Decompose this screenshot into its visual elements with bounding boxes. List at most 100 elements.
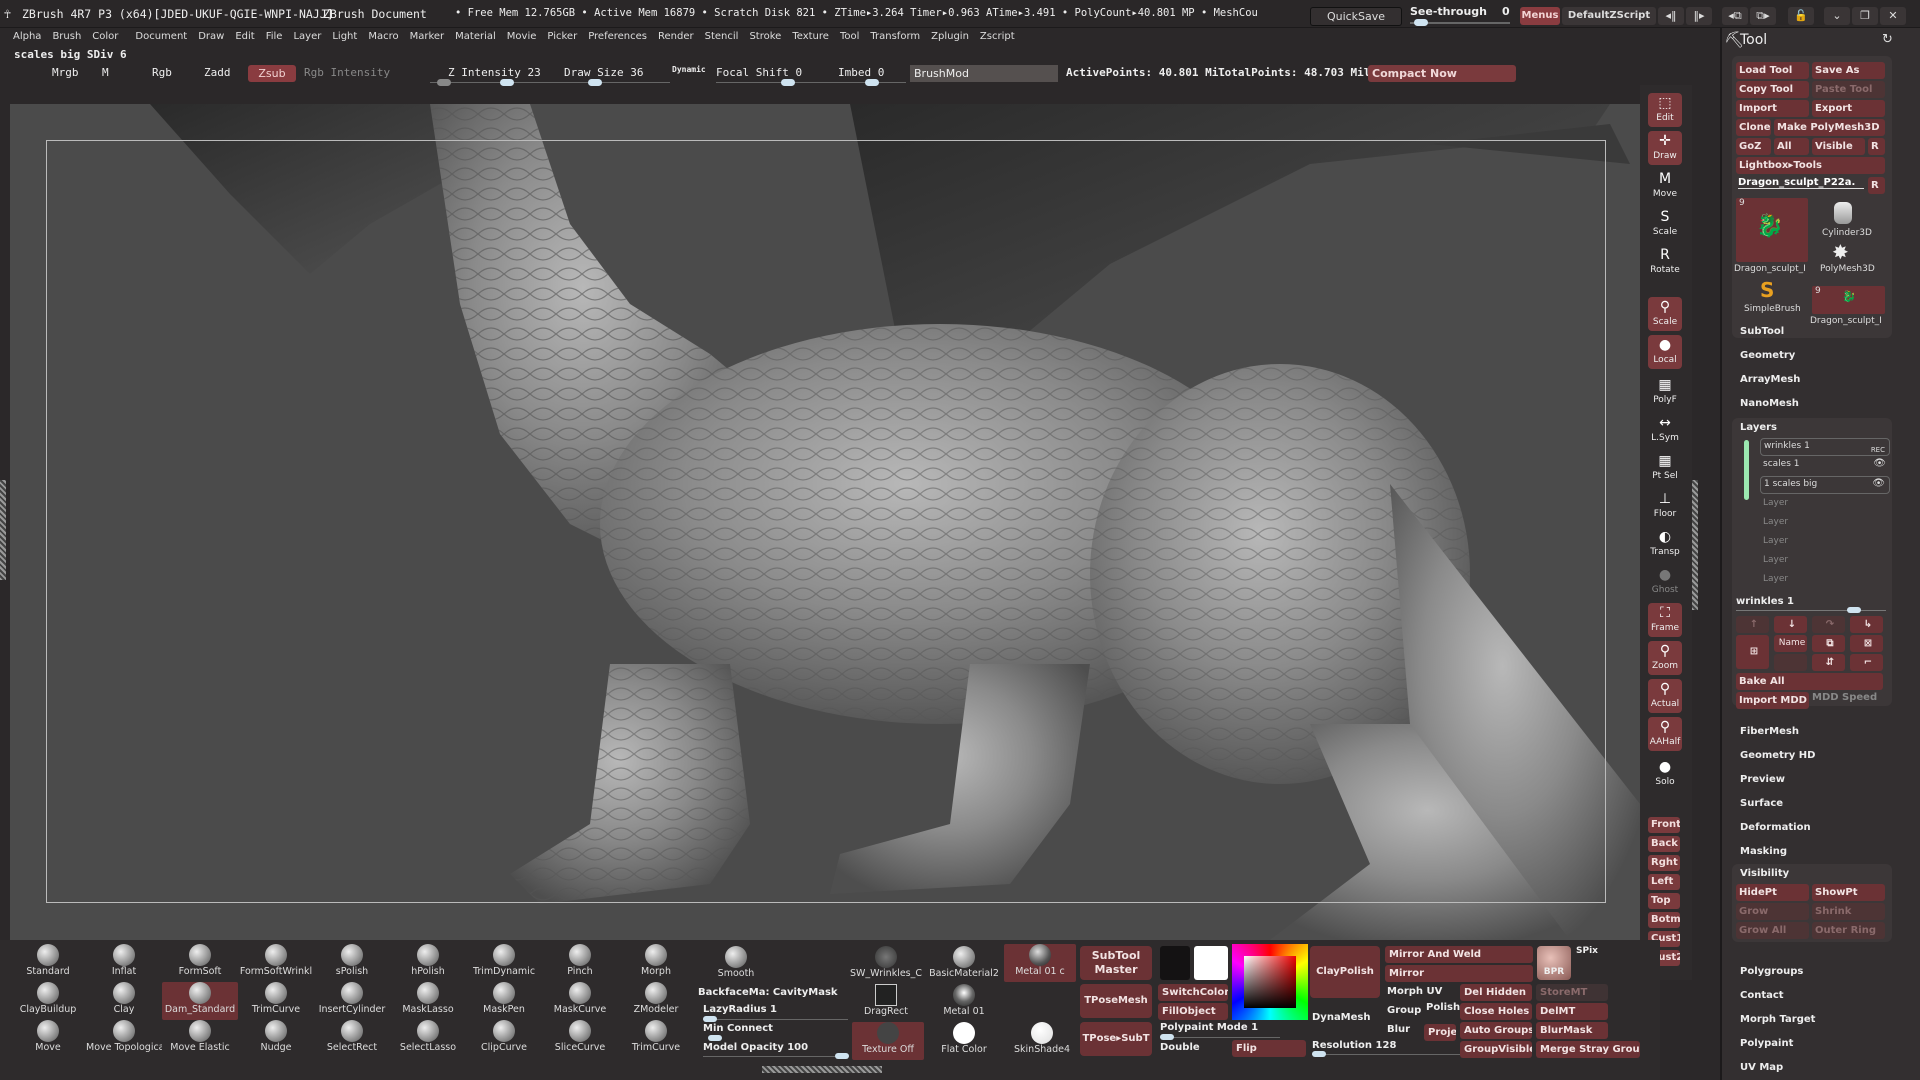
save-as-button[interactable]: Save As: [1812, 62, 1885, 79]
section-polygroups[interactable]: Polygroups: [1740, 966, 1803, 977]
group-toggle[interactable]: Group: [1387, 1005, 1421, 1016]
spix-slider[interactable]: SPix: [1576, 946, 1598, 956]
minimize-icon[interactable]: ⌄: [1824, 7, 1850, 25]
blurmask-button[interactable]: BlurMask: [1536, 1022, 1608, 1039]
layer-empty[interactable]: Layer: [1760, 572, 1890, 590]
goz-all-button[interactable]: All: [1774, 138, 1809, 155]
goz-visible-button[interactable]: Visible: [1812, 138, 1865, 155]
secondary-color-swatch[interactable]: [1160, 946, 1190, 980]
section-contact[interactable]: Contact: [1740, 990, 1784, 1001]
current-tool-r-button[interactable]: R: [1868, 177, 1885, 194]
view-right-button[interactable]: Rght: [1648, 855, 1680, 871]
scale-button[interactable]: S Scale: [1648, 207, 1682, 241]
menu-marker[interactable]: Marker: [405, 28, 450, 45]
auto-groups-button[interactable]: Auto Groups: [1460, 1022, 1532, 1039]
visibility-title[interactable]: Visibility: [1740, 868, 1789, 879]
brush-clipcurve[interactable]: ClipCurve: [466, 1020, 542, 1058]
scroll-right-icon[interactable]: ‖▸: [1686, 7, 1712, 25]
zoom-button[interactable]: ⚲ Zoom: [1648, 641, 1682, 675]
view-left-button[interactable]: Left: [1648, 874, 1680, 890]
flip-button[interactable]: Flip: [1232, 1040, 1306, 1057]
layers-title[interactable]: Layers: [1740, 422, 1777, 433]
material-basicmaterial2[interactable]: BasicMaterial2: [926, 946, 1002, 984]
menus-button[interactable]: Menus: [1520, 7, 1560, 25]
material-metal01[interactable]: Metal 01: [926, 984, 1002, 1022]
move-layer-up-button[interactable]: ↑: [1736, 616, 1769, 633]
mdd-speed-slider[interactable]: MDD Speed: [1812, 692, 1877, 703]
draw-button[interactable]: ✛ Draw: [1648, 131, 1682, 165]
copy-tool-button[interactable]: Copy Tool: [1736, 81, 1809, 98]
brush-standard[interactable]: Standard: [10, 944, 86, 982]
min-connect-slider[interactable]: Min Connect: [703, 1023, 773, 1034]
transparency-button[interactable]: ◐ Transp: [1648, 527, 1682, 561]
simplebrush-icon[interactable]: S: [1760, 278, 1774, 302]
menu-brush[interactable]: Brush: [47, 28, 86, 45]
tposemesh-button[interactable]: TPoseMesh: [1080, 984, 1152, 1018]
section-morph-target[interactable]: Morph Target: [1740, 1014, 1815, 1025]
tool-thumb-dragon[interactable]: 9 🐉: [1736, 198, 1808, 262]
clone-button[interactable]: Clone: [1736, 119, 1771, 136]
frame-button[interactable]: ⛶ Frame: [1648, 603, 1682, 637]
layer-scales-big[interactable]: 1 scales big 👁: [1760, 476, 1890, 494]
tool-thumb-dragon-2[interactable]: 9 🐉: [1812, 286, 1885, 314]
duplicate-layer-button[interactable]: ⧉: [1812, 635, 1845, 652]
menu-macro[interactable]: Macro: [363, 28, 403, 45]
lazy-radius-slider[interactable]: LazyRadius 1: [703, 1004, 777, 1015]
brush-zmodeler[interactable]: ZModeler: [618, 982, 694, 1020]
local-button[interactable]: ● Local: [1648, 335, 1682, 369]
move-button[interactable]: M Move: [1648, 169, 1682, 203]
m-button[interactable]: M: [102, 66, 109, 79]
goz-button[interactable]: GoZ: [1736, 138, 1771, 155]
menu-transform[interactable]: Transform: [865, 28, 925, 45]
move-layer-down-button[interactable]: ↓: [1774, 616, 1807, 633]
lsym-button[interactable]: ↔ L.Sym: [1648, 413, 1682, 447]
import-mdd-button[interactable]: Import MDD: [1736, 692, 1809, 709]
layer-name-button[interactable]: Name: [1774, 635, 1807, 652]
brush-move[interactable]: Move: [10, 1020, 86, 1058]
new-layer-button[interactable]: ⊞: [1736, 635, 1769, 669]
selected-layer-slider[interactable]: wrinkles 1: [1736, 596, 1794, 607]
section-geometry-hd[interactable]: Geometry HD: [1740, 750, 1815, 761]
del-hidden-button[interactable]: Del Hidden: [1460, 984, 1532, 1001]
rec-indicator[interactable]: REC: [1871, 443, 1885, 457]
material-flat-color[interactable]: Flat Color: [926, 1022, 1002, 1060]
section-subtool[interactable]: SubTool: [1740, 326, 1784, 337]
menu-material[interactable]: Material: [450, 28, 501, 45]
fill-object-button[interactable]: FillObject: [1158, 1003, 1228, 1020]
brush-trimcurve[interactable]: TrimCurve: [238, 982, 314, 1020]
menu-picker[interactable]: Picker: [542, 28, 582, 45]
texture-selector[interactable]: Texture Off: [852, 1022, 924, 1060]
section-polypaint[interactable]: Polypaint: [1740, 1038, 1793, 1049]
menu-texture[interactable]: Texture: [787, 28, 834, 45]
layer-disabled-button[interactable]: [1774, 654, 1807, 671]
menu-zscript[interactable]: Zscript: [975, 28, 1020, 45]
section-fibermesh[interactable]: FiberMesh: [1740, 726, 1799, 737]
grow-all-button[interactable]: Grow All: [1736, 922, 1809, 939]
menu-alpha[interactable]: Alpha: [8, 28, 46, 45]
section-uv-map[interactable]: UV Map: [1740, 1062, 1783, 1073]
lightbox-tools-button[interactable]: Lightbox▸Tools: [1736, 157, 1885, 174]
close-holes-button[interactable]: Close Holes: [1460, 1003, 1532, 1020]
grow-button[interactable]: Grow: [1736, 903, 1809, 920]
group-visible-button[interactable]: GroupVisible: [1460, 1041, 1532, 1058]
storemt-button[interactable]: StoreMT: [1536, 984, 1608, 1001]
focal-shift-slider[interactable]: Focal Shift 0: [716, 66, 802, 79]
point-select-button[interactable]: ▦ Pt Sel: [1648, 451, 1682, 485]
restore-icon[interactable]: ❐: [1852, 7, 1878, 25]
layer-wrinkles[interactable]: wrinkles 1 REC: [1760, 438, 1890, 456]
redo-layer-button[interactable]: ↷: [1812, 616, 1845, 633]
polypaint-mode-slider[interactable]: Polypaint Mode 1: [1160, 1022, 1258, 1033]
eye-icon[interactable]: 👁: [1873, 457, 1886, 471]
menu-zplugin[interactable]: Zplugin: [926, 28, 974, 45]
zsub-button[interactable]: Zsub: [248, 65, 296, 82]
section-masking[interactable]: Masking: [1740, 846, 1787, 857]
menu-stroke[interactable]: Stroke: [744, 28, 786, 45]
brush-spolish[interactable]: sPolish: [314, 944, 390, 982]
zadd-button[interactable]: Zadd: [204, 66, 231, 79]
polish-slider[interactable]: Polish: [1426, 1002, 1460, 1013]
brush-slicecurve[interactable]: SliceCurve: [542, 1020, 618, 1058]
see-through-slider[interactable]: See-through 0: [1410, 5, 1510, 26]
menu-draw[interactable]: Draw: [193, 28, 229, 45]
cylinder-icon[interactable]: [1834, 202, 1852, 224]
menu-movie[interactable]: Movie: [502, 28, 542, 45]
